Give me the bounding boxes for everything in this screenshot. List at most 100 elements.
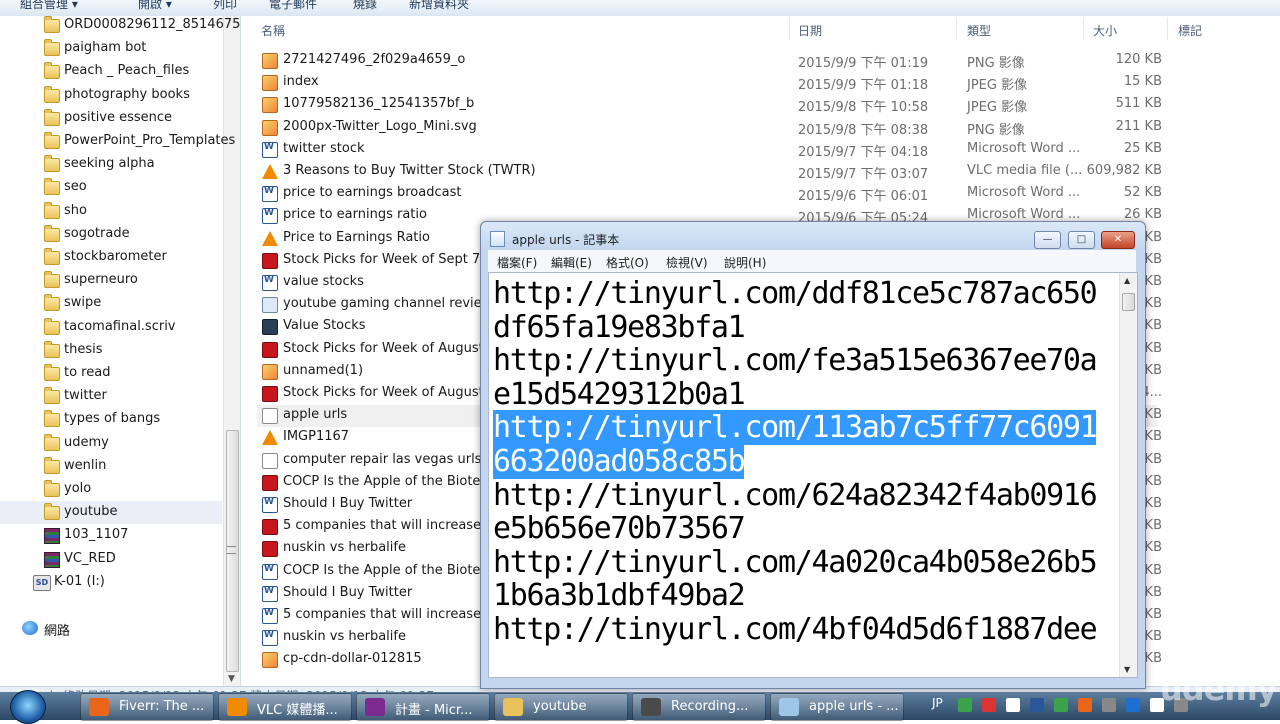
notepad-line[interactable]: e15d5429312b0a1	[493, 377, 1105, 412]
tray-icon[interactable]	[1054, 698, 1068, 712]
column-separator[interactable]	[1083, 18, 1084, 40]
notepad-line[interactable]: e5b656e70b73567	[493, 512, 1105, 546]
file-row[interactable]: price to earnings broadcast 2015/9/6 下午 0…	[257, 183, 1162, 205]
nav-folder-photography-books[interactable]: photography books	[0, 84, 222, 107]
taskbar-button[interactable]: youtube	[494, 693, 628, 721]
menu-file[interactable]: 檔案(F)	[497, 254, 537, 271]
tray-icon[interactable]	[1126, 698, 1140, 712]
taskbar-button[interactable]: 計畫 - Micr...	[356, 693, 490, 721]
tray-icon[interactable]	[958, 698, 972, 712]
toolbar-item[interactable]: 新增資料夾	[409, 0, 469, 12]
nav-archive-103-1107[interactable]: 103_1107	[0, 524, 222, 547]
nav-folder-yolo[interactable]: yolo	[0, 478, 222, 501]
word-file-icon	[262, 497, 278, 513]
file-size: 52 KB	[1123, 185, 1162, 201]
nav-network[interactable]: 網路	[0, 617, 222, 640]
notepad-line[interactable]: df65fa19e83bfa1	[493, 310, 1105, 345]
menu-edit[interactable]: 編輯(E)	[551, 254, 592, 271]
file-row[interactable]: 2721427496_2f029a4659_o 2015/9/9 下午 01:19…	[257, 50, 1162, 72]
start-button[interactable]	[10, 690, 46, 724]
toolbar-item[interactable]: 開啟 ▾	[138, 0, 172, 12]
nav-folder-twitter[interactable]: twitter	[0, 385, 222, 408]
nav-folder-to-read[interactable]: to read	[0, 362, 222, 385]
nav-drive-k01[interactable]: SD K-01 (I:)	[0, 571, 222, 594]
column-header-size[interactable]: 大小	[1093, 22, 1117, 39]
nav-folder-wenlin[interactable]: wenlin	[0, 455, 222, 478]
file-row[interactable]: 3 Reasons to Buy Twitter Stock (TWTR) 201…	[257, 161, 1162, 183]
column-separator[interactable]	[956, 18, 957, 40]
menu-format[interactable]: 格式(O)	[606, 254, 649, 271]
minimize-button[interactable]: —	[1034, 231, 1061, 249]
toolbar-item[interactable]: 列印	[213, 0, 237, 12]
nav-folder-udemy[interactable]: udemy	[0, 432, 222, 455]
tray-language[interactable]: JP	[932, 696, 943, 710]
column-separator[interactable]	[1167, 18, 1168, 40]
toolbar-item[interactable]: 組合管理 ▾	[20, 0, 78, 12]
notepad-title-bar[interactable]: apple urls - 記事本 — □ ✕	[481, 222, 1145, 250]
column-header-date[interactable]: 日期	[798, 22, 822, 39]
nav-scrollbar[interactable]: ▼	[223, 16, 240, 688]
file-date: 2015/9/9 下午 01:19	[798, 56, 929, 71]
nav-folder-powerpoint-pro-templates[interactable]: PowerPoint_Pro_Templates	[0, 130, 235, 153]
toolbar-item[interactable]: 電子郵件	[269, 0, 317, 12]
notepad-line[interactable]: 1b6a3b1dbf49ba2	[493, 579, 1105, 613]
menu-view[interactable]: 檢視(V)	[666, 254, 708, 271]
toolbar-item[interactable]: 燒錄	[353, 0, 377, 12]
tray-icon[interactable]	[1102, 698, 1116, 712]
menu-help[interactable]: 說明(H)	[724, 254, 766, 271]
notepad-line[interactable]: http://tinyurl.com/4a020ca4b058e26b5	[493, 545, 1105, 580]
nav-folder-swipe[interactable]: swipe	[0, 292, 222, 315]
file-row[interactable]: index 2015/9/9 下午 01:18 JPEG 影像 15 KB	[257, 72, 1162, 94]
notepad-line[interactable]: http://tinyurl.com/fe3a515e6367ee70a	[493, 344, 1105, 378]
taskbar-button[interactable]: Fiverr: The ...	[80, 693, 214, 721]
nav-folder-youtube[interactable]: youtube	[0, 501, 222, 525]
nav-folder-positive-essence[interactable]: positive essence	[0, 107, 222, 130]
notepad-scrollbar[interactable]: ▲ ▼	[1119, 273, 1137, 677]
column-header-type[interactable]: 類型	[967, 22, 991, 39]
nav-archive-vc-red[interactable]: VC_RED	[0, 548, 222, 571]
nav-folder-paigham-bot[interactable]: paigham bot	[0, 37, 222, 60]
scroll-up-arrow-icon[interactable]: ▲	[1124, 276, 1130, 285]
line-text: e5b656e70b73567	[493, 511, 746, 547]
close-button[interactable]: ✕	[1101, 231, 1135, 249]
maximize-button[interactable]: □	[1068, 231, 1095, 249]
notepad-text-content[interactable]: http://tinyurl.com/ddf81ce5c787ac650 df65…	[493, 277, 1105, 647]
scroll-down-arrow-icon[interactable]: ▼	[228, 674, 235, 684]
nav-folder-thesis[interactable]: thesis	[0, 339, 222, 362]
notepad-line[interactable]: http://tinyurl.com/4bf04d5d6f1887dee	[493, 613, 1105, 647]
notepad-text-area[interactable]: http://tinyurl.com/ddf81ce5c787ac650 df65…	[488, 272, 1138, 678]
column-header-tag[interactable]: 標記	[1178, 22, 1202, 39]
nav-folder-sogotrade[interactable]: sogotrade	[0, 223, 222, 246]
column-separator[interactable]	[789, 18, 790, 40]
tray-icon[interactable]	[1078, 698, 1092, 712]
file-row[interactable]: twitter stock 2015/9/7 下午 04:18 Microsoft …	[257, 139, 1162, 161]
notepad-line[interactable]: http://tinyurl.com/ddf81ce5c787ac650	[493, 277, 1105, 311]
tray-icon[interactable]	[1006, 698, 1020, 712]
file-row[interactable]: 2000px-Twitter_Logo_Mini.svg 2015/9/8 下午 …	[257, 117, 1162, 139]
taskbar-button[interactable]: VLC 媒體播...	[218, 693, 352, 721]
nav-folder-label: superneuro	[64, 272, 138, 288]
nav-folder-tacomafinal-scriv[interactable]: tacomafinal.scriv	[0, 316, 222, 339]
nav-folder-types-of-bangs[interactable]: types of bangs	[0, 408, 222, 431]
notepad-line[interactable]: http://tinyurl.com/113ab7c5ff77c6091	[493, 410, 1105, 446]
notepad-line[interactable]: http://tinyurl.com/624a82342f4ab0916	[493, 478, 1105, 513]
nav-folder-ord0008296112-8514675[interactable]: ORD0008296112_8514675	[0, 14, 240, 37]
column-header-name[interactable]: 名稱	[261, 22, 285, 39]
nav-folder-peach-peach-files[interactable]: Peach _ Peach_files	[0, 60, 222, 83]
text-file-icon	[262, 452, 278, 469]
nav-folder-seo[interactable]: seo	[0, 176, 222, 199]
recorder-icon	[641, 698, 661, 716]
notepad-scroll-thumb[interactable]	[1122, 293, 1135, 311]
scroll-down-arrow-icon[interactable]: ▼	[1124, 665, 1130, 674]
nav-folder-seeking-alpha[interactable]: seeking alpha	[0, 153, 222, 176]
tray-icon[interactable]	[982, 698, 996, 712]
nav-folder-stockbarometer[interactable]: stockbarometer	[0, 246, 222, 269]
nav-folder-superneuro[interactable]: superneuro	[0, 269, 222, 292]
nav-folder-sho[interactable]: sho	[0, 200, 222, 223]
taskbar-button[interactable]: apple urls - ...	[770, 693, 904, 721]
taskbar-button[interactable]: Recording...	[632, 693, 766, 721]
file-row[interactable]: 10779582136_12541357bf_b 2015/9/8 下午 10:5…	[257, 94, 1162, 116]
file-name: Stock Picks for Week of August 17	[283, 385, 483, 400]
notepad-line[interactable]: 663200ad058c85b	[493, 443, 1105, 479]
tray-icon[interactable]	[1030, 698, 1044, 712]
